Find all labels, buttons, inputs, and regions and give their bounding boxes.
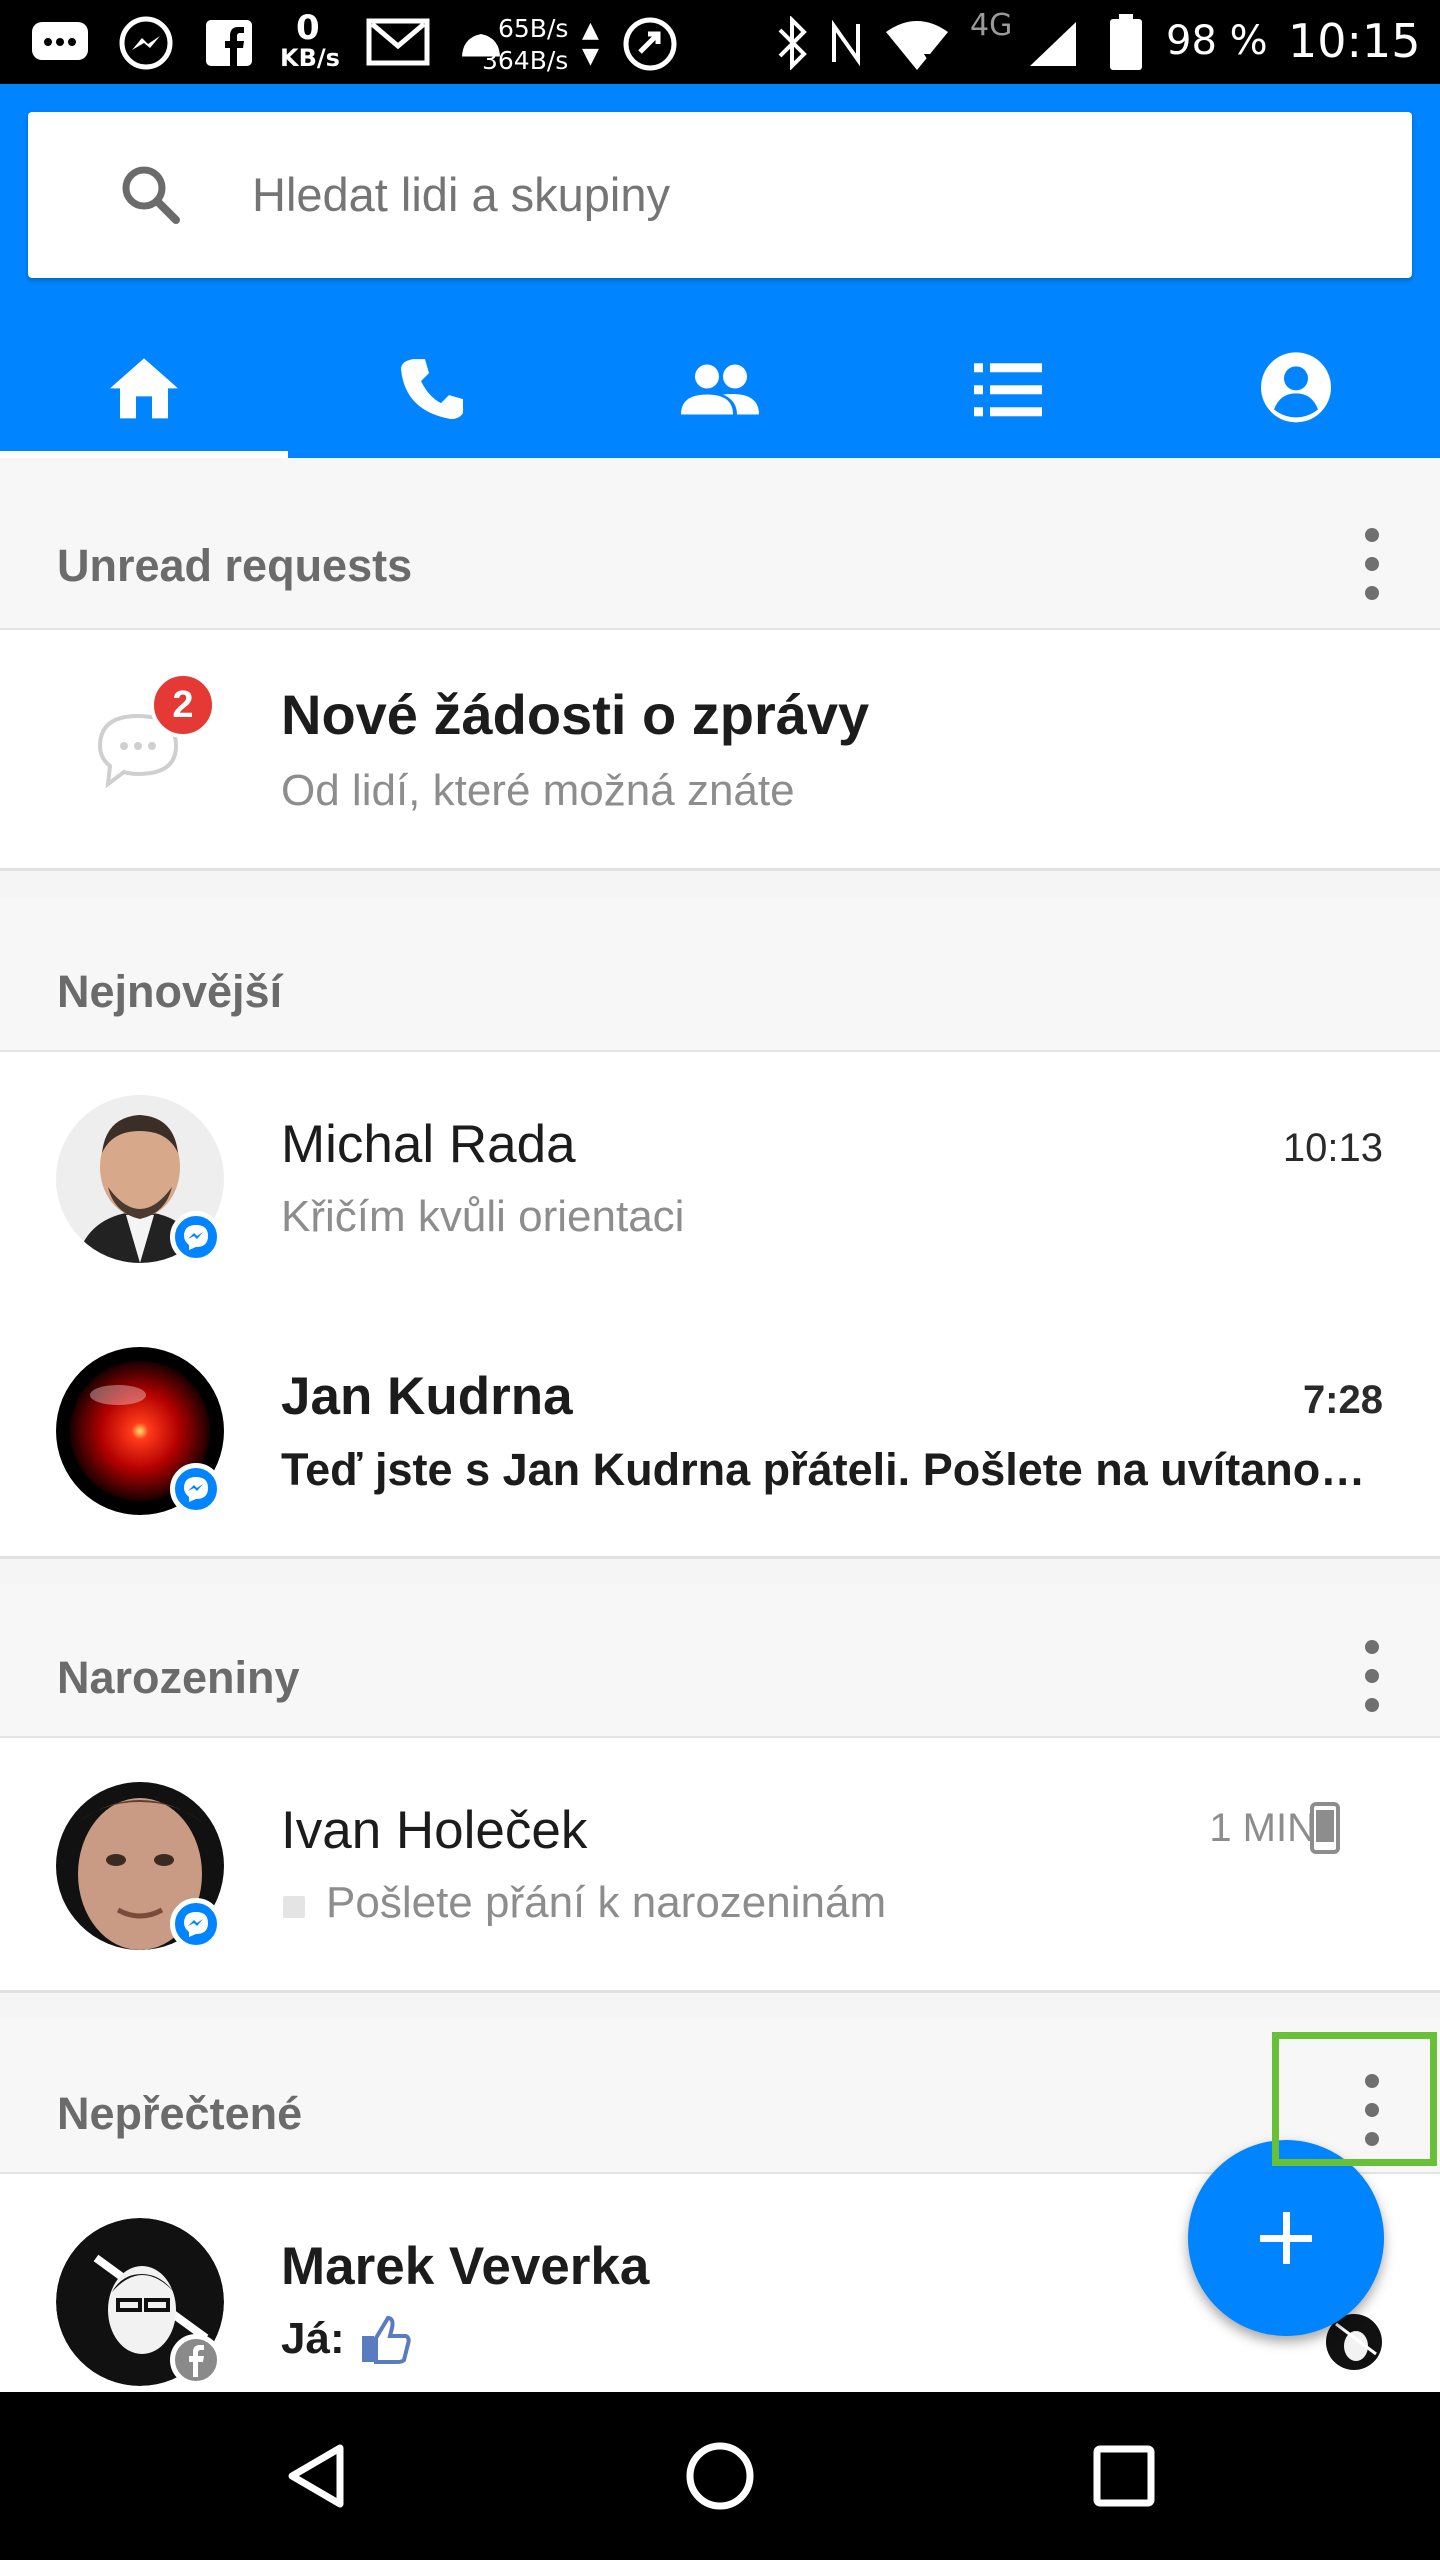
- messenger-badge-icon: [170, 1211, 222, 1263]
- highlight-annotation: [1272, 2032, 1437, 2166]
- tab-calls[interactable]: [288, 334, 576, 458]
- traffic-up: 65B/s: [498, 14, 569, 43]
- facebook-badge-icon: [170, 2334, 222, 2386]
- contact-name: Ivan Holeček: [281, 1801, 588, 1860]
- section-unread: Nepřečtené: [0, 2018, 1440, 2174]
- conversation-row[interactable]: Jan Kudrna Teď jste s Jan Kudrna přáteli…: [0, 1304, 1440, 1554]
- messenger-notification-icon: [118, 16, 174, 72]
- section-title: Nepřečtené: [57, 2088, 303, 2139]
- contact-name: Marek Veverka: [281, 2237, 650, 2296]
- battery-icon: [1110, 14, 1142, 70]
- sync-icon: [622, 16, 678, 72]
- new-message-button[interactable]: [1188, 2140, 1384, 2336]
- system-nav-bar: [0, 2392, 1440, 2560]
- search-input[interactable]: Hledat lidi a skupiny: [252, 162, 670, 228]
- battery-percent: 98 %: [1166, 18, 1268, 64]
- search-icon: [118, 162, 184, 233]
- signal-icon: [1028, 20, 1078, 68]
- section-recent: Nejnovější: [0, 898, 1440, 1052]
- clock: 10:15: [1288, 14, 1421, 68]
- tab-profile[interactable]: [1152, 334, 1440, 458]
- home-circle-icon: [686, 2442, 754, 2510]
- messenger-badge-icon: [170, 1898, 222, 1950]
- tab-people[interactable]: [576, 334, 864, 458]
- section-title: Nejnovější: [57, 966, 283, 1017]
- message-requests-card[interactable]: 2 Nové žádosti o zprávy Od lidí, které m…: [0, 630, 1440, 871]
- section-birthdays: Narozeniny: [0, 1584, 1440, 1738]
- traffic-arrows-icon: ▲ ▼: [582, 18, 599, 69]
- net-speed-value: 0: [296, 8, 320, 48]
- tab-groups[interactable]: [864, 334, 1152, 458]
- request-count-badge: 2: [150, 672, 216, 738]
- message-time: 10:13: [1282, 1126, 1383, 1170]
- message-snippet: Křičím kvůli orientaci: [281, 1192, 685, 1241]
- app-header: Hledat lidi a skupiny: [0, 84, 1440, 458]
- like-thumb-icon: [360, 2314, 412, 2369]
- birthday-row[interactable]: Ivan Holeček Pošlete přání k narozeninám…: [0, 1738, 1440, 1988]
- recents-button[interactable]: [1024, 2392, 1224, 2560]
- gmail-icon: [366, 18, 430, 66]
- traffic-down: 364B/s: [482, 46, 569, 75]
- status-bar: 0 KB/s 65B/s 364B/s ▲ ▼ 4G 98 % 10:15: [0, 0, 1440, 84]
- message-time: 7:28: [1302, 1378, 1383, 1422]
- contact-name: Michal Rada: [281, 1115, 576, 1174]
- recents-square-icon: [1093, 2445, 1155, 2507]
- network-type: 4G: [970, 8, 1013, 43]
- search-bar[interactable]: Hledat lidi a skupiny: [28, 112, 1412, 278]
- bluetooth-icon: [774, 16, 810, 70]
- facebook-notification-icon: [204, 18, 254, 68]
- section-title: Unread requests: [57, 540, 413, 591]
- birthdays-list: Ivan Holeček Pošlete přání k narozeninám…: [0, 1738, 1440, 1993]
- wifi-icon: [884, 18, 950, 72]
- messenger-badge-icon: [170, 1463, 222, 1515]
- nfc-icon: [828, 18, 864, 68]
- contact-name: Jan Kudrna: [281, 1367, 573, 1426]
- section-title: Narozeniny: [57, 1652, 300, 1703]
- message-snippet-prefix: Já:: [281, 2314, 345, 2363]
- bbm-icon: [30, 18, 92, 66]
- conversation-row[interactable]: Michal Rada Křičím kvůli orientaci 10:13: [0, 1052, 1440, 1302]
- birthday-prompt: Pošlete přání k narozeninám: [326, 1878, 887, 1927]
- gift-square-icon: [283, 1896, 305, 1918]
- request-title: Nové žádosti o zprávy: [281, 683, 870, 746]
- tab-bar: [0, 334, 1440, 458]
- section-unread-requests: Unread requests: [0, 458, 1440, 630]
- request-subtitle: Od lidí, které možná znáte: [281, 766, 795, 815]
- mobile-phone-icon: [1310, 1802, 1340, 1859]
- plus-icon-vertical: [1283, 2212, 1290, 2264]
- message-snippet: Teď jste s Jan Kudrna přáteli. Pošlete n…: [281, 1444, 1366, 1495]
- tab-selected-indicator: [0, 451, 288, 458]
- active-time: 1 MIN: [1209, 1806, 1316, 1850]
- back-icon: [288, 2444, 344, 2508]
- net-speed-unit: KB/s: [280, 44, 340, 72]
- home-button[interactable]: [620, 2392, 820, 2560]
- more-options-button[interactable]: [1352, 524, 1392, 604]
- more-options-button[interactable]: [1352, 1636, 1392, 1716]
- tab-home[interactable]: [0, 334, 288, 458]
- back-button[interactable]: [216, 2392, 416, 2560]
- recent-list: Michal Rada Křičím kvůli orientaci 10:13…: [0, 1052, 1440, 1559]
